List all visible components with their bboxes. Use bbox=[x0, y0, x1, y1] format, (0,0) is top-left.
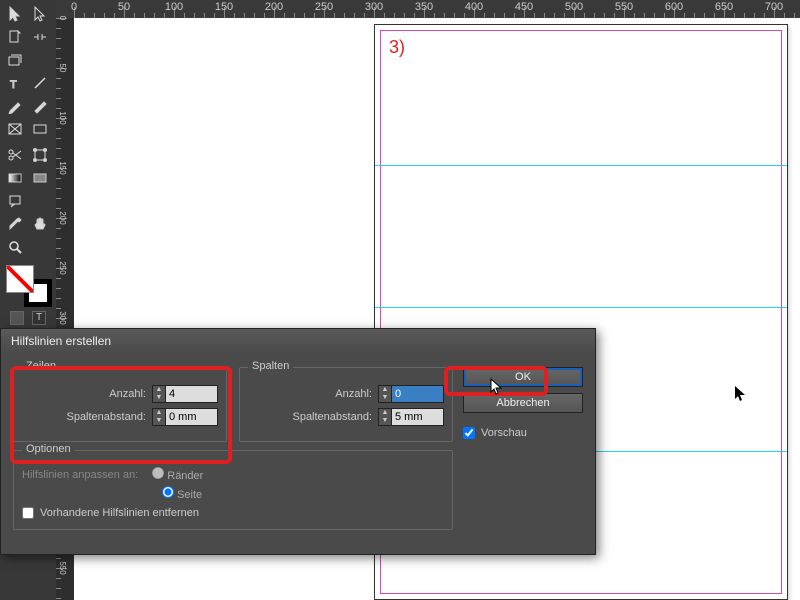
remove-existing-label: Vorhandene Hilfslinien entfernen bbox=[40, 507, 199, 519]
remove-existing-checkbox[interactable] bbox=[22, 507, 34, 519]
free-transform-tool[interactable] bbox=[27, 143, 52, 166]
page-tool[interactable] bbox=[2, 25, 27, 48]
rows-group: Zeilen Anzahl: ▲▼ Spaltenabstand: ▲▼ bbox=[13, 367, 227, 442]
gap-tool[interactable] bbox=[27, 25, 52, 48]
direct-select-tool[interactable] bbox=[27, 2, 52, 25]
pencil-tool[interactable] bbox=[27, 94, 52, 117]
rectangle-frame-tool[interactable] bbox=[2, 117, 27, 140]
rows-gutter-input[interactable] bbox=[166, 408, 218, 426]
rows-group-title: Zeilen bbox=[22, 360, 60, 372]
cols-count-label: Anzahl: bbox=[335, 388, 372, 400]
cursor-icon bbox=[734, 385, 748, 403]
apply-color-container[interactable] bbox=[10, 311, 24, 325]
rows-gutter-label: Spaltenabstand: bbox=[66, 411, 146, 423]
note-tool[interactable] bbox=[2, 189, 27, 212]
fit-page-label: Seite bbox=[177, 489, 202, 501]
fit-page-radio[interactable] bbox=[162, 486, 174, 498]
preview-label: Vorschau bbox=[481, 427, 527, 439]
ok-button[interactable]: OK bbox=[463, 367, 583, 387]
options-group: Optionen Hilfslinien anpassen an: Ränder… bbox=[13, 450, 453, 530]
eyedropper-tool[interactable] bbox=[2, 212, 27, 235]
rectangle-tool[interactable] bbox=[27, 117, 52, 140]
apply-color-text[interactable]: T bbox=[32, 311, 46, 325]
cols-count-input[interactable] bbox=[392, 385, 444, 403]
cols-gutter-input[interactable] bbox=[392, 408, 444, 426]
cancel-button[interactable]: Abbrechen bbox=[463, 393, 583, 413]
cursor-icon bbox=[490, 378, 504, 396]
create-guides-dialog: Hilfslinien erstellen Zeilen Anzahl: ▲▼ … bbox=[0, 328, 596, 555]
stepper-up-icon[interactable]: ▲ bbox=[153, 409, 165, 417]
svg-text:T: T bbox=[10, 79, 17, 91]
dialog-title: Hilfslinien erstellen bbox=[1, 329, 595, 353]
content-collector-tool[interactable] bbox=[2, 48, 27, 71]
fit-guides-label: Hilfslinien anpassen an: bbox=[22, 469, 138, 481]
hand-tool[interactable] bbox=[27, 212, 52, 235]
fit-margins-radio[interactable] bbox=[152, 467, 164, 479]
stepper-down-icon[interactable]: ▼ bbox=[379, 417, 391, 425]
cols-gutter-label: Spaltenabstand: bbox=[292, 411, 372, 423]
stepper-down-icon[interactable]: ▼ bbox=[153, 394, 165, 402]
line-tool[interactable] bbox=[27, 71, 52, 94]
fill-stroke-swatch[interactable] bbox=[4, 263, 52, 307]
type-tool[interactable]: T bbox=[2, 71, 27, 94]
fit-margins-label: Ränder bbox=[167, 470, 203, 482]
stepper-up-icon[interactable]: ▲ bbox=[153, 386, 165, 394]
rows-count-input[interactable] bbox=[166, 385, 218, 403]
horizontal-ruler: 0501001502002503003504004505005506006507… bbox=[56, 0, 800, 18]
options-group-title: Optionen bbox=[22, 443, 75, 455]
scissors-tool[interactable] bbox=[2, 143, 27, 166]
guide-line[interactable] bbox=[375, 165, 787, 166]
stepper-up-icon[interactable]: ▲ bbox=[379, 386, 391, 394]
guide-line[interactable] bbox=[375, 307, 787, 308]
gradient-swatch-tool[interactable] bbox=[2, 166, 27, 189]
rows-count-label: Anzahl: bbox=[109, 388, 146, 400]
zoom-tool[interactable] bbox=[2, 235, 27, 258]
stepper-up-icon[interactable]: ▲ bbox=[379, 409, 391, 417]
pen-tool[interactable] bbox=[2, 94, 27, 117]
annotation-3: 3) bbox=[389, 37, 405, 58]
stepper-down-icon[interactable]: ▼ bbox=[379, 394, 391, 402]
columns-group: Spalten Anzahl: ▲▼ Spaltenabstand: ▲▼ bbox=[239, 367, 453, 442]
preview-checkbox[interactable] bbox=[463, 427, 475, 439]
stepper-down-icon[interactable]: ▼ bbox=[153, 417, 165, 425]
selection-tool[interactable] bbox=[2, 2, 27, 25]
gradient-feather-tool[interactable] bbox=[27, 166, 52, 189]
columns-group-title: Spalten bbox=[248, 360, 293, 372]
